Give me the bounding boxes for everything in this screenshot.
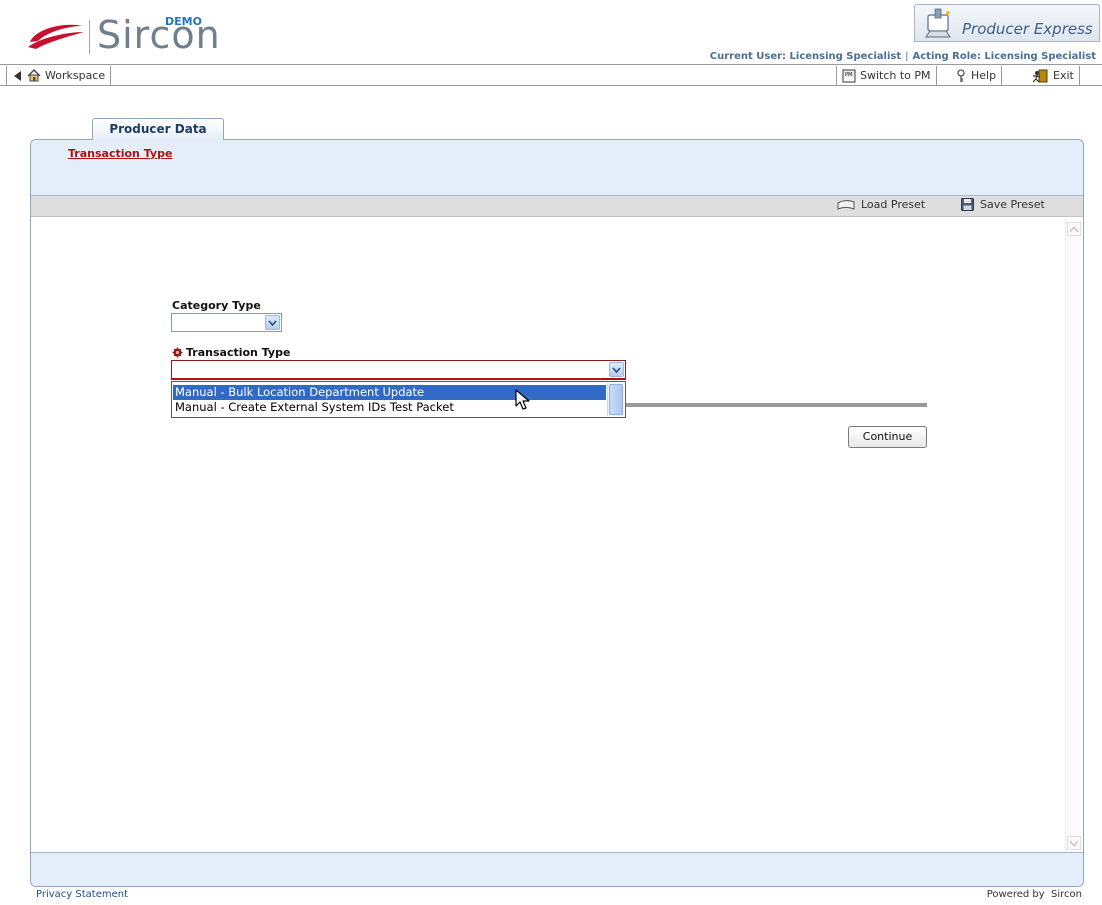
transaction-type-label-wrap: Transaction Type <box>172 346 290 359</box>
exit-label: Exit <box>1053 69 1074 82</box>
product-title: Producer Express <box>962 20 1093 38</box>
producer-express-icon <box>925 8 951 38</box>
progress-divider <box>626 403 927 407</box>
continue-button[interactable]: Continue <box>848 426 927 448</box>
category-type-select[interactable] <box>171 313 282 332</box>
user-info-separator: | <box>905 51 909 62</box>
switch-pm-icon: PM <box>842 69 856 82</box>
mouse-cursor-icon <box>515 389 530 410</box>
help-key-icon <box>957 68 965 82</box>
load-preset-label: Load Preset <box>861 198 926 211</box>
category-type-label: Category Type <box>172 299 261 312</box>
panel-header: Transaction Type <box>31 140 1083 196</box>
breadcrumb-transaction-type[interactable]: Transaction Type <box>68 147 172 160</box>
scroll-down-arrow-icon[interactable] <box>1067 836 1081 850</box>
transaction-chevron-down-icon[interactable] <box>609 362 624 377</box>
dropdown-option[interactable]: Manual - Create External System IDs Test… <box>173 400 606 415</box>
transaction-type-label: Transaction Type <box>186 346 291 359</box>
user-info: Current User: Licensing Specialist | Actin… <box>710 51 1096 63</box>
category-chevron-down-icon[interactable] <box>265 315 280 330</box>
demo-badge: DEMO <box>165 15 202 28</box>
workspace-label: Workspace <box>45 69 106 82</box>
switch-to-pm-button[interactable]: PM Switch to PM <box>836 66 937 85</box>
switch-to-pm-label: Switch to PM <box>860 69 931 82</box>
dropdown-scroll-thumb[interactable] <box>609 384 623 415</box>
help-label: Help <box>971 69 997 82</box>
top-toolbar: Workspace PM Switch to PM Help Exit <box>0 64 1102 86</box>
svg-text:PM: PM <box>845 72 852 78</box>
content-scrollbar[interactable] <box>1065 220 1081 852</box>
workspace-button[interactable]: Workspace <box>6 66 112 85</box>
home-icon <box>27 69 41 82</box>
privacy-statement-link[interactable]: Privacy Statement <box>36 889 128 900</box>
logo-divider <box>89 20 90 54</box>
powered-by-text: Powered by Sircon <box>986 889 1082 900</box>
save-preset-button[interactable]: Save Preset <box>961 198 1045 211</box>
save-preset-label: Save Preset <box>980 198 1045 211</box>
required-field-icon <box>172 347 183 358</box>
scroll-up-arrow-icon[interactable] <box>1067 222 1081 236</box>
exit-button[interactable]: Exit <box>1026 66 1080 85</box>
help-button[interactable]: Help <box>950 66 1003 85</box>
dropdown-option[interactable]: Manual - Bulk Location Department Update <box>173 385 606 400</box>
preset-bar: Load Preset Save Preset <box>31 196 1083 217</box>
panel-footer <box>31 852 1083 886</box>
load-preset-button[interactable]: Load Preset <box>837 198 925 211</box>
main-panel: Transaction Type Load Preset Save Preset <box>30 139 1084 887</box>
current-user-label: Current User: Licensing Specialist <box>709 51 902 62</box>
dropdown-scrollbar[interactable] <box>607 383 624 416</box>
tab-producer-data[interactable]: Producer Data <box>92 118 224 140</box>
transaction-type-dropdown[interactable]: Manual - Bulk Location Department Update… <box>171 381 626 418</box>
save-disk-icon <box>961 198 974 211</box>
exit-icon <box>1032 69 1048 82</box>
acting-role-label: Acting Role: Licensing Specialist <box>912 51 1097 62</box>
sircon-logo-swoosh-icon <box>28 24 84 49</box>
load-preset-icon <box>837 199 855 210</box>
sircon-logo-text: Sircon <box>97 13 221 57</box>
back-arrow-icon <box>14 70 21 81</box>
transaction-type-select[interactable] <box>171 360 626 380</box>
